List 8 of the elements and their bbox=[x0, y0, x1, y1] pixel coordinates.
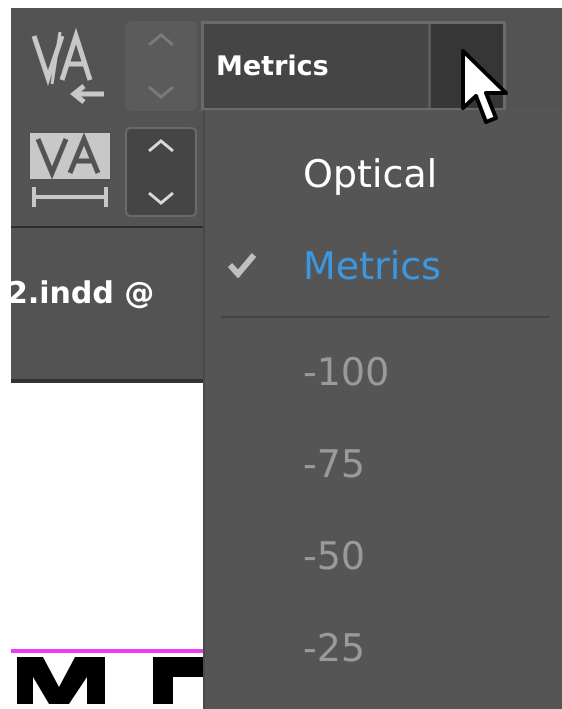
checkmark-icon bbox=[227, 252, 257, 278]
menu-item[interactable]: Metrics bbox=[205, 220, 562, 312]
document-tab[interactable]: 2.indd @ bbox=[7, 276, 154, 311]
up-down-chevron-icon bbox=[146, 31, 176, 101]
up-down-chevron-icon bbox=[146, 137, 176, 207]
tracking-stepper[interactable] bbox=[125, 127, 197, 217]
kerning-dropdown[interactable]: Metrics bbox=[201, 21, 506, 111]
menu-item[interactable]: Optical bbox=[205, 128, 562, 220]
